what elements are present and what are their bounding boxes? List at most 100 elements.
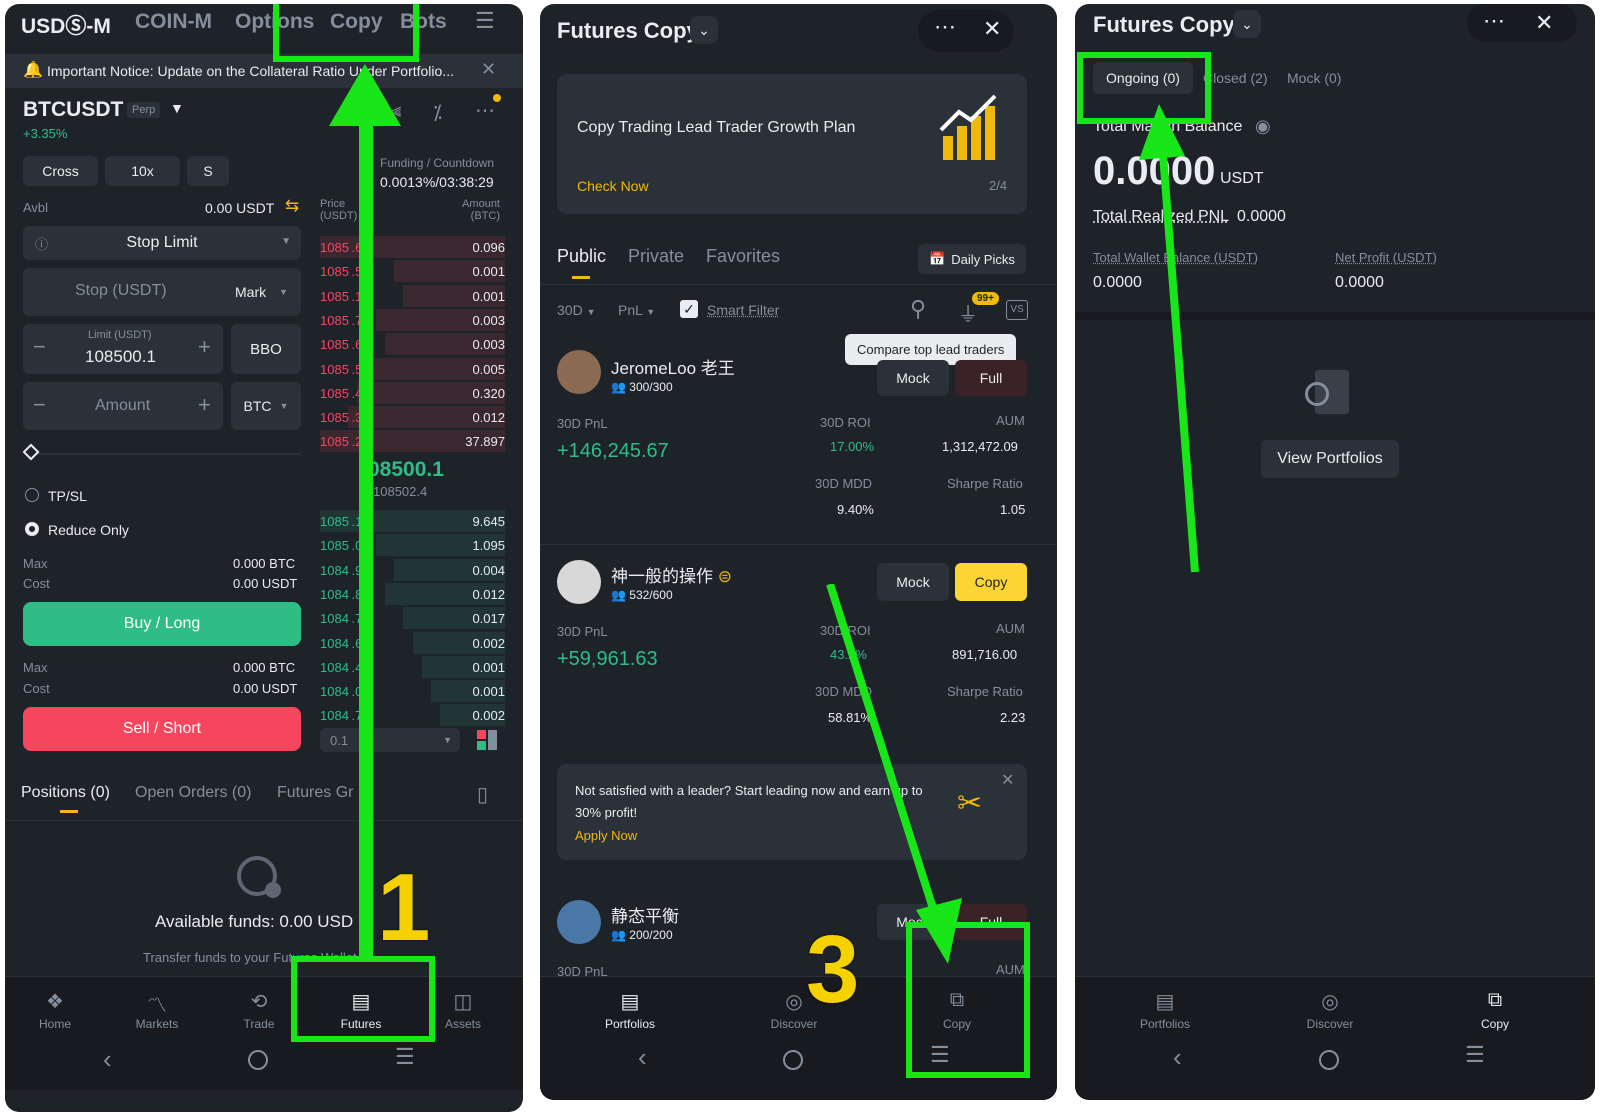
- stop-price-input[interactable]: Stop (USDT) Mark ▼: [23, 268, 301, 316]
- last-price[interactable]: 08500.1: [368, 458, 444, 482]
- tab-copy[interactable]: Copy: [330, 10, 383, 34]
- more-icon[interactable]: ⋯: [1483, 8, 1505, 34]
- close-icon[interactable]: ✕: [1001, 770, 1014, 790]
- lead-trader-promo[interactable]: Not satisfied with a leader? Start leadi…: [557, 764, 1027, 860]
- trader-card[interactable]: 神一般的操作 ⊜ 👥 532/600 Mock Copy 30D PnL +59…: [540, 548, 1057, 748]
- compare-vs-button[interactable]: VS: [1006, 300, 1028, 320]
- plus-icon[interactable]: +: [198, 334, 211, 360]
- ask-row[interactable]: 1085 .2 37.897: [320, 430, 505, 453]
- bid-row[interactable]: 1084 .8 0.012: [320, 582, 505, 605]
- trader-name[interactable]: JeromeLoo 老王: [611, 354, 735, 379]
- trader-card[interactable]: JeromeLoo 老王 👥 300/300 Mock Full 30D PnL…: [540, 340, 1057, 540]
- ask-row[interactable]: 1085 .5 0.005: [320, 357, 505, 380]
- symbol-name[interactable]: BTCUSDT: [23, 98, 123, 122]
- daily-picks-button[interactable]: 📅 Daily Picks: [918, 244, 1026, 274]
- nav-discover[interactable]: ◎ Discover: [1290, 989, 1370, 1031]
- ask-row[interactable]: 1085 .5 0.001: [320, 260, 505, 283]
- ask-row[interactable]: 1085 .7 0.003: [320, 308, 505, 331]
- mark-select[interactable]: Mark: [235, 284, 266, 300]
- book-layout-icon[interactable]: [477, 730, 497, 750]
- tab-positions[interactable]: Positions (0): [21, 784, 110, 802]
- chevron-down-icon[interactable]: ⌄: [690, 16, 718, 44]
- transfer-icon[interactable]: ⇆: [285, 196, 299, 216]
- nav-trade[interactable]: ⟲ Trade: [219, 989, 299, 1031]
- promo-link[interactable]: Apply Now: [575, 828, 637, 843]
- copy-button[interactable]: Copy: [955, 563, 1027, 601]
- trader-card[interactable]: 静态平衡 👥 200/200 Mock Full 30D PnL AUM: [540, 890, 1057, 980]
- bid-row[interactable]: 1085 .0 1.095: [320, 534, 505, 557]
- nav-markets[interactable]: 〽 Markets: [117, 989, 197, 1031]
- home-circle-icon[interactable]: [1319, 1050, 1339, 1070]
- search-icon[interactable]: ⚲: [910, 296, 926, 322]
- close-icon[interactable]: ✕: [983, 16, 1001, 42]
- bid-row[interactable]: 1084 .6 0.002: [320, 631, 505, 654]
- mode-button[interactable]: S: [187, 156, 229, 186]
- mock-button[interactable]: Mock: [877, 360, 949, 396]
- ask-row[interactable]: 1085 .4 0.320: [320, 381, 505, 404]
- period-filter[interactable]: 30D ▼: [557, 302, 596, 318]
- growth-plan-banner[interactable]: Copy Trading Lead Trader Growth Plan Che…: [557, 74, 1027, 214]
- amount-input[interactable]: − Amount +: [23, 382, 223, 430]
- chevron-down-icon[interactable]: ⌄: [1233, 10, 1261, 38]
- tab-closed[interactable]: Closed (2): [1203, 70, 1268, 86]
- plus-icon[interactable]: +: [198, 392, 211, 418]
- minus-icon[interactable]: −: [33, 334, 46, 360]
- trader-name[interactable]: 静态平衡: [611, 902, 679, 927]
- nav-copy[interactable]: ⧉ Copy: [917, 989, 997, 1031]
- bid-row[interactable]: 1084 .0 0.001: [320, 680, 505, 703]
- nav-copy[interactable]: ⧉ Copy: [1455, 989, 1535, 1031]
- depth-select[interactable]: 0.1 ▼: [320, 728, 460, 752]
- ask-row[interactable]: 1085 .3 0.012: [320, 406, 505, 429]
- tab-coinm[interactable]: COIN-M: [135, 10, 212, 34]
- bid-row[interactable]: 1085 .1 9.645: [320, 510, 505, 532]
- cross-button[interactable]: Cross: [23, 156, 98, 186]
- tab-usdm[interactable]: USDⓈ-M: [21, 10, 111, 40]
- recents-icon[interactable]: ☰: [930, 1042, 950, 1068]
- tab-bots[interactable]: Bots: [400, 10, 447, 34]
- recents-icon[interactable]: ☰: [1465, 1042, 1485, 1068]
- close-icon[interactable]: ✕: [1535, 10, 1553, 36]
- minus-icon[interactable]: −: [33, 392, 46, 418]
- nav-futures[interactable]: ▤ Futures: [321, 989, 401, 1031]
- chevron-down-icon[interactable]: ▼: [170, 100, 184, 116]
- tab-mock[interactable]: Mock (0): [1287, 70, 1341, 86]
- nav-assets[interactable]: ◫ Assets: [423, 989, 503, 1031]
- slider-handle[interactable]: [22, 443, 40, 461]
- leverage-button[interactable]: 10x: [105, 156, 180, 186]
- notice-bar[interactable]: 🔔 Important Notice: Update on the Collat…: [5, 54, 523, 88]
- nav-portfolios[interactable]: ▤ Portfolios: [1125, 989, 1205, 1031]
- trader-name[interactable]: 神一般的操作 ⊜: [611, 562, 732, 587]
- sort-filter[interactable]: PnL ▼: [618, 302, 655, 318]
- mock-button[interactable]: Mock: [877, 563, 949, 601]
- eye-icon[interactable]: ◉: [1255, 116, 1271, 137]
- more-icon[interactable]: ⋯: [475, 98, 495, 123]
- smart-filter-checkbox[interactable]: ✓: [680, 300, 698, 318]
- chart-icon[interactable]: ⫷: [390, 100, 401, 123]
- bid-row[interactable]: 1084 .4 0.001: [320, 655, 505, 678]
- back-icon[interactable]: ‹: [103, 1044, 112, 1075]
- banner-link[interactable]: Check Now: [577, 178, 649, 194]
- nav-portfolios[interactable]: ▤ Portfolios: [590, 989, 670, 1031]
- percent-icon[interactable]: ⁒: [433, 100, 442, 125]
- document-icon[interactable]: ▯: [477, 782, 488, 807]
- recents-icon[interactable]: ☰: [395, 1044, 415, 1070]
- tab-futures-grid[interactable]: Futures Gr: [277, 784, 353, 802]
- reduce-only-radio[interactable]: [25, 522, 39, 536]
- tab-public[interactable]: Public: [557, 246, 606, 267]
- mock-button[interactable]: Mock: [877, 904, 949, 940]
- view-portfolios-button[interactable]: View Portfolios: [1261, 440, 1399, 478]
- buy-long-button[interactable]: Buy / Long: [23, 602, 301, 646]
- ask-row[interactable]: 1085 .6 0.003: [320, 333, 505, 356]
- tab-favorites[interactable]: Favorites: [706, 246, 780, 267]
- ask-row[interactable]: 1085 .1 0.001: [320, 284, 505, 307]
- bid-row[interactable]: 1084 .7 0.002: [320, 704, 505, 727]
- tab-open-orders[interactable]: Open Orders (0): [135, 784, 251, 802]
- bid-row[interactable]: 1084 .7 0.017: [320, 607, 505, 630]
- tpsl-checkbox[interactable]: [25, 488, 39, 502]
- amount-unit-select[interactable]: BTC ▼: [231, 382, 301, 430]
- more-icon[interactable]: ⋯: [934, 14, 956, 40]
- bbo-button[interactable]: BBO: [231, 324, 301, 374]
- back-icon[interactable]: ‹: [638, 1042, 647, 1073]
- home-circle-icon[interactable]: [783, 1050, 803, 1070]
- close-icon[interactable]: ✕: [481, 59, 496, 80]
